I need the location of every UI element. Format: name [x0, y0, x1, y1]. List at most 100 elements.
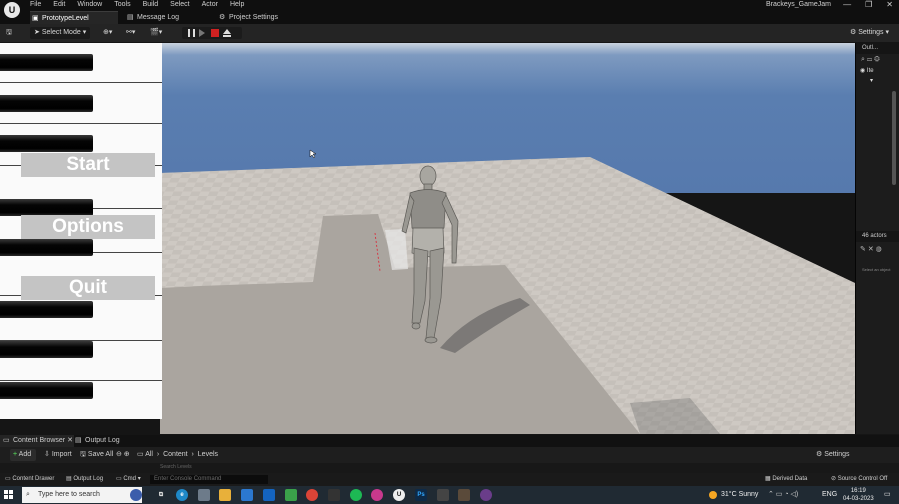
breadcrumb: ▭ All › Content › Levels: [137, 449, 218, 461]
menu-help[interactable]: Help: [230, 1, 244, 8]
spotify-icon[interactable]: [350, 489, 362, 501]
windows-start-icon[interactable]: [4, 490, 13, 499]
viewport-settings-button[interactable]: ⚙ Settings ▾: [850, 27, 889, 39]
import-label: Import: [51, 451, 72, 458]
menu-file[interactable]: File: [30, 1, 41, 8]
blueprint-icon[interactable]: ⚯▾: [126, 27, 135, 39]
cortana-icon[interactable]: [130, 489, 142, 501]
menu-window[interactable]: Window: [77, 1, 102, 8]
content-drawer-button[interactable]: ▭ Content Drawer: [5, 473, 54, 486]
item-label-header: Ite: [866, 68, 874, 74]
close-icon[interactable]: ✕: [868, 246, 874, 253]
save-all-button[interactable]: 🖫 Save All: [80, 449, 113, 461]
add-button[interactable]: + Add: [10, 449, 36, 461]
pause-icon[interactable]: [188, 29, 195, 37]
search-levels-input[interactable]: Search Levels: [160, 464, 192, 470]
outliner-row-expander[interactable]: ▾: [856, 76, 899, 86]
edge-icon[interactable]: e: [176, 489, 188, 501]
eject-icon[interactable]: [223, 29, 231, 37]
weather-text[interactable]: 31°C Sunny: [721, 486, 758, 504]
save-icon[interactable]: 🖫: [6, 27, 12, 39]
tray-icons[interactable]: ⌃ ▭ ◔ ◁): [768, 486, 798, 504]
source-control-button[interactable]: ⊘ Source Control Off: [831, 473, 887, 486]
game-viewport[interactable]: Start Options Quit: [0, 43, 855, 434]
cmd-dropdown[interactable]: ▭ Cmd ▾: [116, 473, 141, 486]
notification-icon[interactable]: ▭: [884, 486, 891, 504]
taskbar-search-input[interactable]: ⌕ Type here to search: [22, 487, 142, 503]
task-view-icon[interactable]: ⧉: [155, 489, 167, 501]
cinematics-icon[interactable]: 🎬▾: [150, 27, 162, 39]
outliner-row[interactable]: ◉ Ite: [856, 66, 899, 76]
plus-icon: +: [13, 451, 18, 458]
menu-actor[interactable]: Actor: [202, 1, 218, 8]
chevron-down-icon: ▾: [860, 78, 874, 84]
select-mode-label: Select Mode: [41, 29, 81, 36]
app-icon[interactable]: [328, 489, 340, 501]
unreal-engine-icon[interactable]: U: [393, 489, 405, 501]
black-key: [0, 301, 93, 318]
gear-icon: ⚙: [850, 29, 857, 36]
visibility-eye-icon[interactable]: ◉: [860, 68, 865, 74]
black-key: [0, 54, 93, 71]
select-mode-dropdown[interactable]: ➤ Select Mode ▾: [30, 27, 90, 39]
mail-icon[interactable]: [263, 489, 275, 501]
black-key: [0, 95, 93, 112]
output-log-button[interactable]: ▤ Output Log: [66, 473, 103, 486]
add-folder-icon[interactable]: ▭: [867, 56, 872, 63]
weather-sun-icon: [709, 491, 717, 499]
outliner-scrollbar[interactable]: [892, 91, 896, 185]
menu-bar: U File Edit Window Tools Build Select Ac…: [0, 0, 899, 18]
chevron-down-icon: ▾: [82, 29, 87, 36]
add-content-icon[interactable]: ⊕▾: [103, 27, 112, 39]
app-icon[interactable]: [371, 489, 383, 501]
menu-select[interactable]: Select: [170, 1, 189, 8]
console-command-input[interactable]: Enter Console Command: [150, 475, 268, 484]
tab-message-log[interactable]: ▤ Message Log: [125, 11, 205, 24]
close-icon[interactable]: ✕: [886, 0, 893, 9]
quit-button[interactable]: Quit: [21, 276, 155, 300]
app-icon[interactable]: [198, 489, 210, 501]
import-button[interactable]: ⇩ Import: [44, 449, 72, 461]
store-icon[interactable]: [241, 489, 253, 501]
tab-prototype-level[interactable]: ▣ PrototypeLevel: [30, 11, 118, 24]
tab-output-log[interactable]: ▤ Output Log: [72, 435, 132, 447]
chrome-icon[interactable]: [306, 489, 318, 501]
globe-icon[interactable]: ◍: [876, 246, 882, 253]
settings-icon: ⚙: [219, 14, 226, 21]
outliner-title[interactable]: Outl...: [856, 43, 899, 54]
options-button[interactable]: Options: [21, 215, 155, 239]
history-nav[interactable]: ⊖ ⊕: [116, 449, 130, 461]
minimize-icon[interactable]: —: [843, 0, 851, 9]
photoshop-icon[interactable]: Ps: [415, 489, 427, 501]
tab-project-settings[interactable]: ⚙ Project Settings: [217, 11, 307, 24]
breadcrumb-content[interactable]: Content: [163, 451, 188, 458]
stop-icon[interactable]: [211, 29, 219, 37]
gear-icon[interactable]: ⚙: [874, 56, 880, 63]
file-explorer-icon[interactable]: [219, 489, 231, 501]
key-divider: [0, 123, 162, 124]
derived-data-button[interactable]: ▦ Derived Data: [765, 473, 807, 486]
breadcrumb-separator: ›: [154, 451, 162, 458]
pencil-icon[interactable]: ✎: [860, 246, 866, 253]
menu-edit[interactable]: Edit: [53, 1, 65, 8]
breadcrumb-levels[interactable]: Levels: [198, 451, 218, 458]
cb-settings-button[interactable]: ⚙ Settings: [816, 449, 850, 461]
step-frame-icon[interactable]: [199, 29, 205, 37]
maximize-icon[interactable]: ❐: [865, 0, 872, 9]
details-toolbar: ✎ ✕ ◍: [860, 245, 882, 253]
drawer-icon: ▭: [5, 476, 11, 482]
app-icon[interactable]: [480, 489, 492, 501]
app-icon[interactable]: [458, 489, 470, 501]
tab-content-browser[interactable]: ▭ Content Browser ✕: [0, 435, 74, 447]
clock[interactable]: 16:19 04-03-2023: [843, 487, 874, 503]
start-button[interactable]: Start: [21, 153, 155, 177]
search-icon: ⌕: [26, 491, 30, 498]
language-indicator[interactable]: ENG: [822, 486, 837, 504]
filter-icon[interactable]: ⌕: [861, 56, 865, 63]
breadcrumb-all[interactable]: All: [145, 451, 153, 458]
app-icon[interactable]: [437, 489, 449, 501]
menu-build[interactable]: Build: [143, 1, 159, 8]
app-icon[interactable]: [285, 489, 297, 501]
taskbar-search-placeholder: Type here to search: [38, 491, 100, 498]
menu-tools[interactable]: Tools: [114, 1, 130, 8]
